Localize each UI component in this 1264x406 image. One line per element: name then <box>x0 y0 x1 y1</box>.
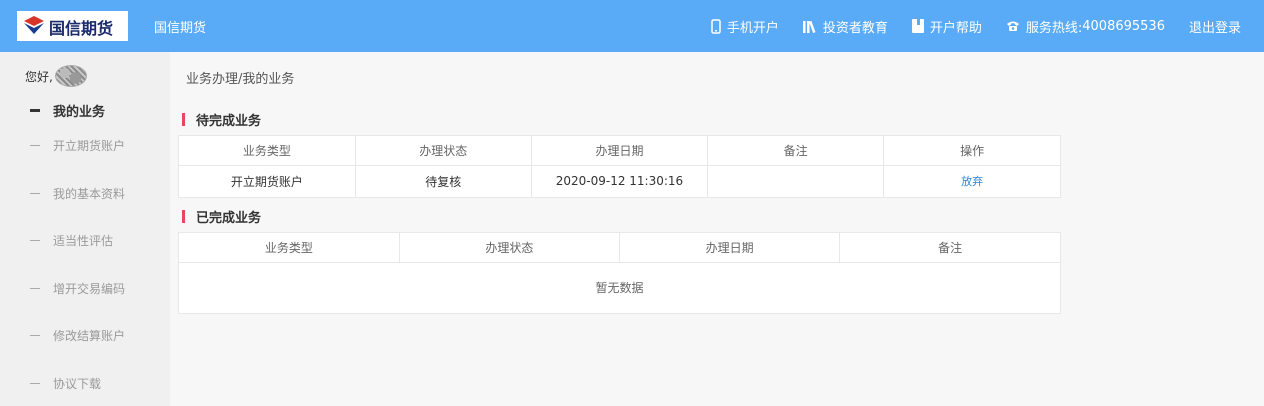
accent-bar <box>182 113 185 126</box>
books-icon <box>802 20 817 33</box>
menu-dash-icon <box>30 192 40 194</box>
column-header: 备注 <box>707 136 885 166</box>
completed-section-title: 已完成业务 <box>182 207 261 226</box>
sidebar-item-agreement-download[interactable]: 协议下载 <box>0 360 170 406</box>
nav-education-label: 投资者教育 <box>822 20 888 36</box>
greeting-text: 您好, <box>25 69 53 84</box>
column-header: 办理日期 <box>619 233 841 263</box>
logo-mark-icon <box>24 16 44 34</box>
menu-dash-icon <box>30 287 40 289</box>
nav-help-label: 开户帮助 <box>929 20 982 36</box>
user-greeting: 您好, <box>25 65 87 87</box>
logo[interactable]: 国信期货 <box>17 11 128 41</box>
hotline-label: 服务热线: <box>1025 20 1083 36</box>
column-header: 办理状态 <box>399 233 621 263</box>
menu-dash-icon <box>30 108 40 112</box>
abandon-link[interactable]: 放弃 <box>961 175 983 188</box>
nav-mobile-account[interactable]: 手机开户 <box>711 17 779 36</box>
sidebar-item-open-futures-account[interactable]: 开立期货账户 <box>0 122 170 170</box>
breadcrumb: 业务办理/我的业务 <box>186 72 295 87</box>
sidebar-item-label: 增开交易编码 <box>53 281 126 296</box>
logout-link[interactable]: 退出登录 <box>1189 17 1241 36</box>
menu-dash-icon <box>30 335 40 337</box>
nav-mobile-label: 手机开户 <box>726 20 779 36</box>
hotline-number: 4008695536 <box>1082 18 1165 34</box>
pending-table: 业务类型 办理状态 办理日期 备注 操作 开立期货账户 待复核 2020-09-… <box>178 135 1061 198</box>
menu-dash-icon <box>30 145 40 147</box>
date-cell: 2020-09-12 11:30:16 <box>531 165 709 197</box>
main-content: 业务办理/我的业务 待完成业务 业务类型 办理状态 办理日期 备注 操作 开立期… <box>170 52 1264 406</box>
completed-table: 业务类型 办理状态 办理日期 备注 暂无数据 <box>178 232 1061 314</box>
nav-account-help[interactable]: 开户帮助 <box>911 17 982 36</box>
nav-investor-education[interactable]: 投资者教育 <box>802 17 888 36</box>
sidebar-item-add-trading-code[interactable]: 增开交易编码 <box>0 265 170 313</box>
menu-dash-icon <box>30 240 40 242</box>
sidebar-item-label: 修改结算账户 <box>53 329 126 344</box>
column-header: 备注 <box>839 233 1060 263</box>
mobile-phone-icon <box>711 18 721 34</box>
avatar <box>54 65 87 87</box>
logout-label: 退出登录 <box>1188 20 1241 36</box>
help-book-icon <box>911 19 924 33</box>
column-header: 办理日期 <box>531 136 709 166</box>
sidebar-item-label: 协议下载 <box>53 376 102 391</box>
action-cell: 放弃 <box>884 165 1060 197</box>
completed-title-text: 已完成业务 <box>196 211 262 226</box>
status-cell: 待复核 <box>355 165 532 197</box>
column-header: 业务类型 <box>179 233 400 263</box>
sidebar-item-my-business[interactable]: 我的业务 <box>0 98 170 122</box>
sidebar-item-suitability-assessment[interactable]: 适当性评估 <box>0 217 170 265</box>
menu-dash-icon <box>30 382 40 384</box>
accent-bar <box>182 210 185 223</box>
pending-title-text: 待完成业务 <box>196 114 262 129</box>
sidebar-menu: 我的业务 开立期货账户 我的基本资料 适当性评估 增开交易编码 修改结算账户 协… <box>0 100 170 406</box>
logo-text: 国信期货 <box>49 19 114 38</box>
table-row: 开立期货账户 待复核 2020-09-12 11:30:16 放弃 <box>179 165 1060 197</box>
sidebar-item-modify-settlement-account[interactable]: 修改结算账户 <box>0 312 170 360</box>
top-header: 国信期货 国信期货 手机开户 投资者教育 开户帮助 服务热线: 40086955… <box>0 0 1264 52</box>
sidebar-item-basic-info[interactable]: 我的基本资料 <box>0 170 170 218</box>
sidebar-item-label: 我的基本资料 <box>53 186 126 201</box>
business-type-cell: 开立期货账户 <box>179 165 356 197</box>
remark-cell <box>707 165 885 197</box>
brand-name[interactable]: 国信期货 <box>154 17 206 36</box>
sidebar-item-label: 适当性评估 <box>53 234 114 249</box>
sidebar: 您好, 我的业务 开立期货账户 我的基本资料 适当性评估 增开交易编码 修改结算… <box>0 52 170 406</box>
sidebar-item-label: 开立期货账户 <box>53 139 126 154</box>
column-header: 办理状态 <box>355 136 532 166</box>
pending-section-title: 待完成业务 <box>182 110 261 129</box>
column-header: 操作 <box>883 136 1060 166</box>
nav-service-hotline: 服务热线: 4008695536 <box>1006 17 1165 36</box>
header-nav: 手机开户 投资者教育 开户帮助 服务热线: 4008695536 退出登录 <box>711 0 1264 52</box>
empty-state: 暂无数据 <box>595 280 644 295</box>
column-header: 业务类型 <box>179 136 356 166</box>
sidebar-item-label: 我的业务 <box>53 104 106 120</box>
telephone-icon <box>1006 20 1020 32</box>
